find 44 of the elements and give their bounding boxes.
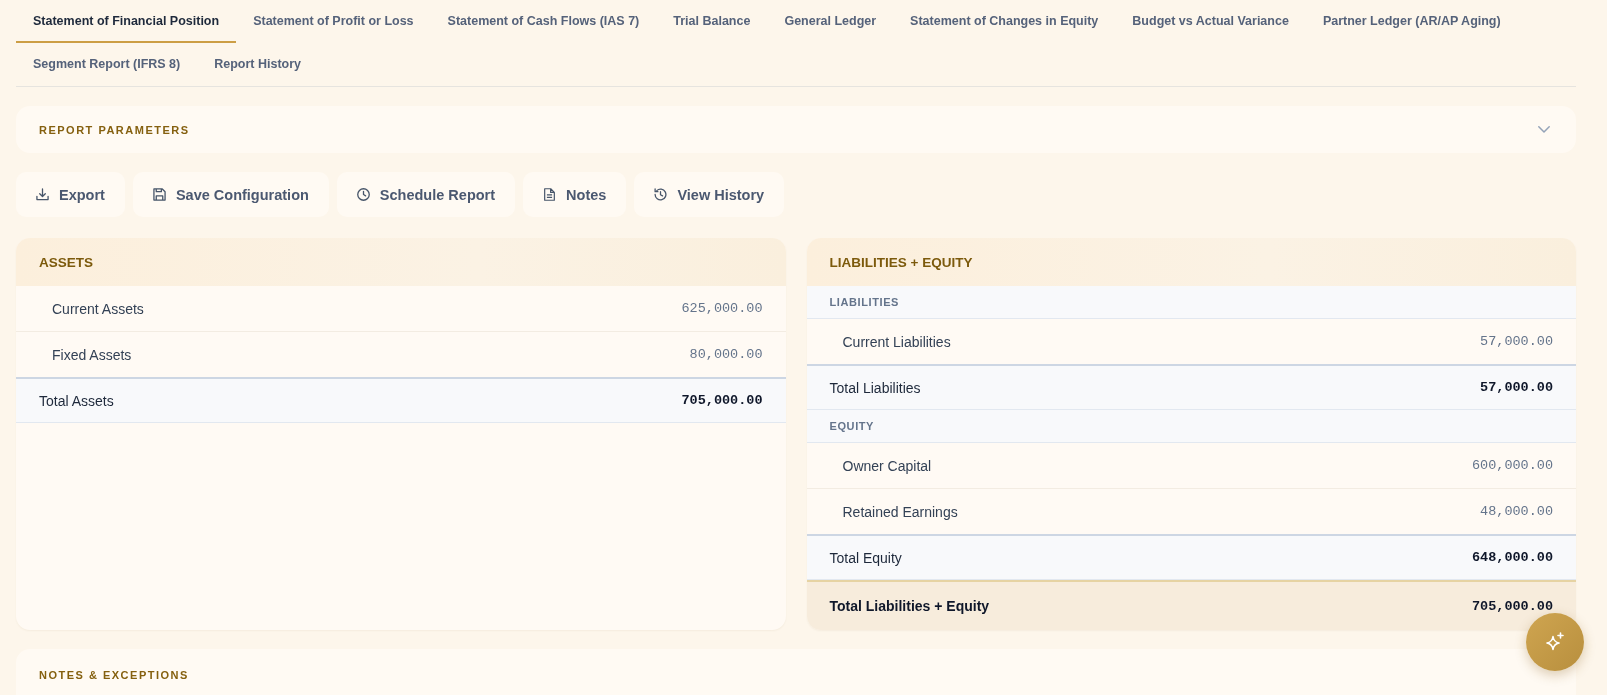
line-item-amount: 625,000.00	[681, 301, 763, 316]
line-item-amount: 80,000.00	[689, 347, 763, 362]
report-tab[interactable]: General Ledger	[767, 0, 894, 43]
export-button[interactable]: Export	[16, 172, 125, 217]
grand-total-label: Total Liabilities + Equity	[829, 598, 990, 614]
history-icon	[654, 188, 668, 201]
report-tab[interactable]: Segment Report (IFRS 8)	[16, 43, 198, 86]
line-item-label: Owner Capital	[842, 457, 932, 474]
total-amount: 648,000.00	[1472, 550, 1553, 565]
grand-total-amount: 705,000.00	[1472, 598, 1553, 614]
report-tab[interactable]: Budget vs Actual Variance	[1115, 0, 1306, 43]
total-amount: 705,000.00	[681, 393, 763, 408]
view-history-button[interactable]: View History	[634, 172, 785, 217]
report-tab[interactable]: Statement of Financial Position	[16, 0, 237, 43]
sparkle-icon	[1545, 632, 1565, 652]
section-heading: EQUITY	[806, 410, 1576, 443]
notes-title: NOTES & EXCEPTIONS	[39, 669, 189, 681]
line-item-amount: 600,000.00	[1472, 458, 1553, 473]
section-heading: LIABILITIES	[806, 286, 1576, 319]
report-tab[interactable]: Trial Balance	[656, 0, 768, 43]
report-tab[interactable]: Statement of Profit or Loss	[236, 0, 431, 43]
line-item-label: Current Assets	[52, 300, 144, 317]
notes-button[interactable]: Notes	[523, 172, 627, 217]
total-label: Total Assets	[39, 392, 114, 409]
download-icon	[36, 188, 49, 201]
total-label: Total Liabilities	[829, 379, 921, 396]
document-icon	[543, 188, 557, 201]
report-tab[interactable]: Partner Ledger (AR/AP Aging)	[1305, 0, 1518, 43]
line-item-label: Retained Earnings	[842, 503, 958, 520]
line-item-amount: 48,000.00	[1480, 504, 1553, 519]
clock-icon	[356, 188, 370, 201]
parameters-toggle[interactable]: REPORT PARAMETERS	[16, 106, 1576, 153]
line-item-label: Current Liabilities	[842, 333, 951, 350]
save-configuration-button[interactable]: Save Configuration	[132, 172, 329, 217]
schedule-report-button[interactable]: Schedule Report	[336, 172, 516, 217]
report-tab[interactable]: Report History	[197, 43, 319, 86]
report-tab[interactable]: Statement of Cash Flows (IAS 7)	[430, 0, 657, 43]
card-heading: LIABILITIES + EQUITY	[806, 238, 1576, 286]
line-item-label: Fixed Assets	[52, 346, 132, 363]
report-tab[interactable]: Statement of Changes in Equity	[893, 0, 1116, 43]
total-amount: 57,000.00	[1480, 380, 1553, 395]
card-heading: ASSETS	[16, 238, 786, 286]
line-item-amount: 57,000.00	[1480, 334, 1553, 349]
total-label: Total Equity	[829, 549, 902, 566]
